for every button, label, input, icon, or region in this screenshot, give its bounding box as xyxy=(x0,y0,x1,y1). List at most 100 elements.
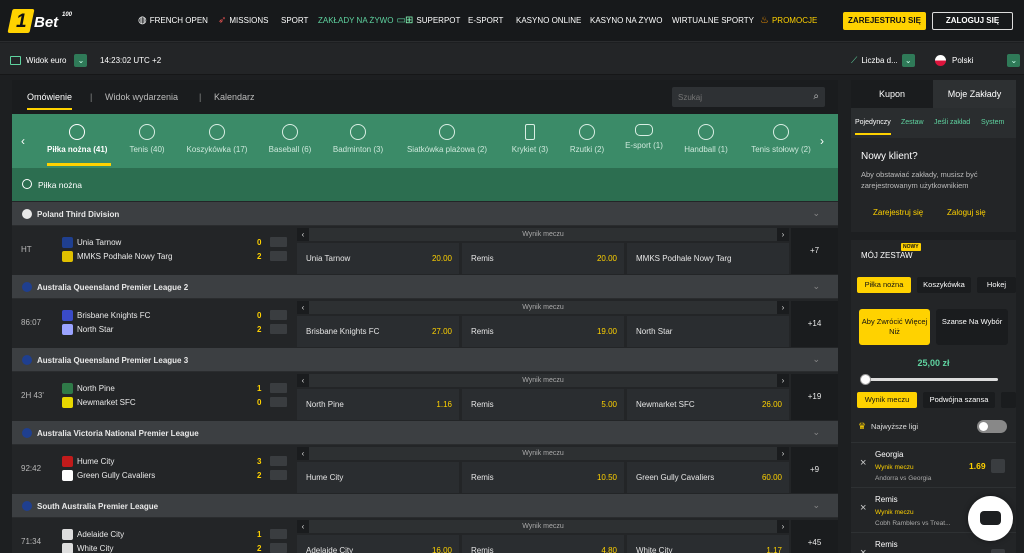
tab-if-bet[interactable]: Jeśli zakład xyxy=(934,119,970,126)
odds-button[interactable]: Green Gully Cavaliers 60.00 xyxy=(627,462,789,493)
chevron-right-icon[interactable]: › xyxy=(777,447,789,460)
nav-promotions[interactable]: ♨ PROMOCJE xyxy=(760,15,817,25)
pitch-icon[interactable] xyxy=(270,529,287,539)
pitch-icon[interactable] xyxy=(270,383,287,393)
league-header[interactable]: Poland Third Division ⌄ xyxy=(12,202,838,226)
match-row[interactable]: HT Unia Tarnow MMKS Podhale Nowy Targ 0 … xyxy=(12,226,838,276)
league-header[interactable]: Australia Queensland Premier League 3 ⌄ xyxy=(12,348,838,372)
nav-missions[interactable]: ➶ MISSIONS xyxy=(218,15,269,25)
tab-coupon[interactable]: Kupon xyxy=(851,80,933,108)
nav-esport[interactable]: E-SPORT xyxy=(468,16,503,25)
chevron-left-icon[interactable]: ‹ xyxy=(297,447,309,460)
nav-sport[interactable]: SPORT xyxy=(281,16,308,25)
chevron-right-icon[interactable]: › xyxy=(777,228,789,241)
chevron-right-icon[interactable]: › xyxy=(820,134,824,148)
chevron-left-icon[interactable]: ‹ xyxy=(297,374,309,387)
match-row[interactable]: 71:34 Adelaide City White City 1 2 ‹ Wyn… xyxy=(12,518,838,553)
match-row[interactable]: 92:42 Hume City Green Gully Cavaliers 3 … xyxy=(12,445,838,495)
pitch-icon[interactable] xyxy=(270,456,287,466)
tab-single[interactable]: Pojedynczy xyxy=(855,119,891,135)
stats-icon[interactable] xyxy=(270,251,287,261)
language-selector[interactable]: Polski ⌄ xyxy=(935,54,1021,67)
chevron-down-icon[interactable]: ⌄ xyxy=(812,208,820,219)
more-markets-button[interactable]: +45 xyxy=(791,520,838,553)
odds-button[interactable]: Unia Tarnow 20.00 xyxy=(297,243,459,274)
chevron-down-icon[interactable]: ⌄ xyxy=(812,500,820,511)
register-link[interactable]: Zarejestruj się xyxy=(873,208,923,217)
stats-icon[interactable] xyxy=(270,543,287,553)
chevron-right-icon[interactable]: › xyxy=(777,520,789,533)
sport-cricket[interactable]: Krykiet (3) xyxy=(507,124,553,154)
nav-superpot[interactable]: ⊞ SUPERPOT xyxy=(405,15,460,25)
login-button[interactable]: ZALOGUJ SIĘ xyxy=(932,12,1013,30)
sport-beach-volleyball[interactable]: Siatkówka plażowa (2) xyxy=(402,124,492,154)
brand-logo[interactable]: 1 Bet 100 xyxy=(7,9,100,33)
live-chat-button[interactable] xyxy=(968,496,1013,541)
chevron-down-icon[interactable]: ⌄ xyxy=(812,354,820,365)
odds-button[interactable]: White City 1.17 xyxy=(627,535,789,553)
builder-selection[interactable]: × Georgia Wynik meczu Andorra vs Georgia… xyxy=(851,442,1016,486)
odds-button[interactable]: North Pine 1.16 xyxy=(297,389,459,420)
chevron-down-icon[interactable]: ⌄ xyxy=(812,427,820,438)
builder-sport-hockey[interactable]: Hokej xyxy=(977,277,1016,293)
sport-darts[interactable]: Rzutki (2) xyxy=(565,124,609,154)
remove-icon[interactable]: × xyxy=(860,502,866,514)
pitch-icon[interactable] xyxy=(270,237,287,247)
odds-button[interactable]: Remis 19.00 xyxy=(462,316,624,347)
odds-button[interactable]: MMKS Podhale Nowy Targ xyxy=(627,243,789,274)
nav-live-betting[interactable]: ZAKŁADY NA ŻYWO ▭ xyxy=(318,15,406,25)
tab-my-bets[interactable]: Moje Zakłady xyxy=(933,80,1016,108)
odds-of-pick-button[interactable]: Szanse Na Wybór xyxy=(936,309,1008,345)
nav-casino-online[interactable]: KASYNO ONLINE xyxy=(516,16,581,25)
search-icon[interactable]: ⌕ xyxy=(813,91,819,102)
sport-esport[interactable]: E-sport (1) xyxy=(621,124,667,150)
odds-button[interactable]: Remis 5.00 xyxy=(462,389,624,420)
search-input[interactable] xyxy=(672,87,802,107)
tab-accumulator[interactable]: Zestaw xyxy=(901,119,924,126)
odds-button[interactable]: Remis 4.80 xyxy=(462,535,624,553)
match-row[interactable]: 86:07 Brisbane Knights FC North Star 0 2… xyxy=(12,299,838,349)
more-markets-button[interactable]: +14 xyxy=(791,301,838,347)
login-link[interactable]: Zaloguj się xyxy=(947,208,986,217)
chevron-left-icon[interactable]: ‹ xyxy=(297,301,309,314)
odds-button[interactable]: North Star xyxy=(627,316,789,347)
pitch-icon[interactable] xyxy=(270,310,287,320)
tab-system[interactable]: System xyxy=(981,119,1004,126)
chevron-down-icon[interactable]: ⌄ xyxy=(812,281,820,292)
more-markets-button[interactable]: +19 xyxy=(791,374,838,420)
match-row[interactable]: 2H 43' North Pine Newmarket SFC 1 0 ‹ Wy… xyxy=(12,372,838,422)
sport-badminton[interactable]: Badminton (3) xyxy=(328,124,388,154)
return-more-than-button[interactable]: Aby Zwrócić Więcej Niż xyxy=(859,309,930,345)
stats-icon[interactable] xyxy=(270,324,287,334)
sport-baseball[interactable]: Baseball (6) xyxy=(264,124,316,154)
sport-handball[interactable]: Handball (1) xyxy=(680,124,732,154)
more-markets-button[interactable]: +7 xyxy=(791,228,838,274)
nav-live-casino[interactable]: KASYNO NA ŻYWO xyxy=(590,16,662,25)
top-leagues-toggle[interactable] xyxy=(977,420,1007,433)
chevron-left-icon[interactable]: ‹ xyxy=(21,134,25,148)
tab-overview[interactable]: Omówienie xyxy=(27,92,73,110)
odds-button[interactable]: Newmarket SFC 26.00 xyxy=(627,389,789,420)
odds-button[interactable]: Remis 20.00 xyxy=(462,243,624,274)
market-more[interactable] xyxy=(1001,392,1016,408)
nav-virtual-sports[interactable]: WIRTUALNE SPORTY xyxy=(672,16,754,25)
stats-icon[interactable] xyxy=(270,470,287,480)
odds-button[interactable]: Hume City xyxy=(297,462,459,493)
sport-football[interactable]: Piłka nożna (41) xyxy=(47,124,107,154)
market-double-chance[interactable]: Podwójna szansa xyxy=(923,392,995,408)
chevron-left-icon[interactable]: ‹ xyxy=(297,520,309,533)
sport-basketball[interactable]: Koszykówka (17) xyxy=(182,124,252,154)
chevron-right-icon[interactable]: › xyxy=(777,301,789,314)
odds-format-selector[interactable]: Widok euro ⌄ xyxy=(10,54,88,67)
tab-calendar[interactable]: Kalendarz xyxy=(214,92,255,102)
register-button[interactable]: ZAREJESTRUJ SIĘ xyxy=(843,12,926,30)
builder-sport-basketball[interactable]: Koszykówka xyxy=(917,277,971,293)
odds-button[interactable]: Remis 10.50 xyxy=(462,462,624,493)
chevron-left-icon[interactable]: ‹ xyxy=(297,228,309,241)
tab-event-view[interactable]: Widok wydarzenia xyxy=(105,92,178,102)
market-match-result[interactable]: Wynik meczu xyxy=(857,392,917,408)
league-header[interactable]: South Australia Premier League ⌄ xyxy=(12,494,838,518)
remove-icon[interactable]: × xyxy=(860,547,866,553)
odds-button[interactable]: Adelaide City 16.00 xyxy=(297,535,459,553)
builder-sport-football[interactable]: Piłka nożna xyxy=(857,277,911,293)
